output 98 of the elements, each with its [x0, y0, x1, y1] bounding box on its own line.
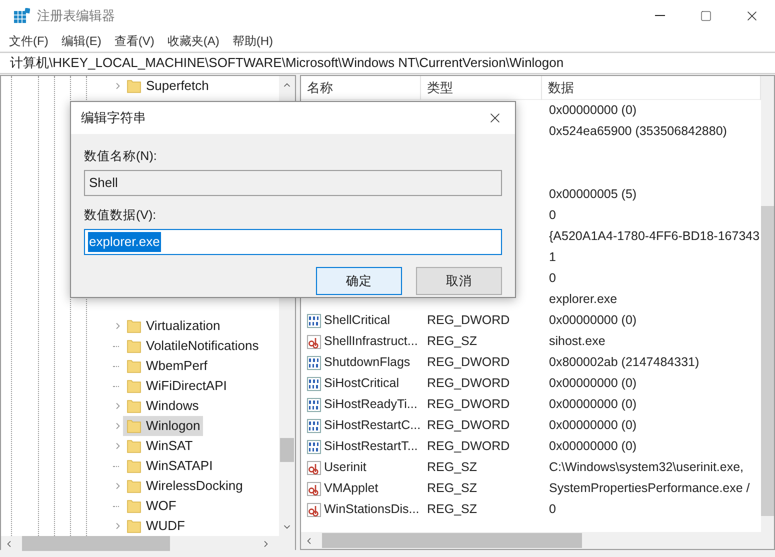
scrollbar-thumb[interactable]: [22, 536, 170, 551]
horizontal-scrollbar[interactable]: [1, 536, 295, 551]
dialog-title: 编辑字符串: [81, 109, 146, 128]
value-name[interactable]: SiHostCritical: [324, 374, 400, 393]
folder-icon: [127, 419, 141, 433]
value-data: 0: [549, 502, 556, 516]
tree-item[interactable]: Virtualization: [123, 316, 224, 336]
folder-icon: [127, 459, 141, 473]
value-data: 0x524ea65900 (353506842880): [549, 124, 727, 138]
minimize-icon: [655, 15, 665, 16]
horizontal-scrollbar[interactable]: [301, 532, 774, 549]
binary-value-icon: [307, 440, 321, 454]
menu-item[interactable]: 帮助(H): [232, 32, 273, 50]
value-type: REG_DWORD: [427, 439, 510, 454]
binary-value-icon: [307, 376, 321, 390]
tree-item[interactable]: WirelessDocking: [123, 476, 246, 496]
folder-icon: [127, 79, 141, 93]
address-bar[interactable]: 计算机\HKEY_LOCAL_MACHINE\SOFTWARE\Microsoft\Windows NT\CurrentVersion\Winlogon: [0, 52, 775, 74]
tree-item[interactable]: WUDF: [123, 516, 188, 536]
value-type: REG_DWORD: [427, 418, 510, 432]
value-name[interactable]: ShellCritical: [324, 311, 390, 330]
value-data: sihost.exe: [549, 334, 606, 348]
string-value-icon: [307, 502, 321, 516]
tree-item[interactable]: WinSATAPI: [123, 456, 216, 476]
value-data: 0x00000000 (0): [549, 418, 637, 432]
dialog-button[interactable]: 确定: [316, 267, 402, 295]
folder-icon: [127, 399, 141, 413]
value-data: C:\Windows\system32\userinit.exe,: [549, 460, 744, 474]
value-data: 0: [549, 271, 556, 286]
scrollbar-thumb[interactable]: [322, 533, 582, 548]
field-label: 数值数据(V):: [84, 207, 158, 224]
value-data-field[interactable]: explorer.exe: [84, 229, 502, 255]
binary-value-icon: [307, 418, 321, 432]
string-value-icon: [307, 334, 321, 348]
column-header[interactable]: 名称: [301, 76, 421, 100]
tree-item[interactable]: WbemPerf: [123, 356, 210, 376]
menu-item[interactable]: 查看(V): [114, 32, 154, 50]
value-name-field[interactable]: Shell: [84, 170, 502, 196]
value-data: 0x00000000 (0): [549, 103, 637, 118]
value-data: 0: [549, 208, 556, 222]
scrollbar-thumb[interactable]: [280, 438, 294, 462]
value-name[interactable]: ShellInfrastruct...: [324, 332, 418, 351]
value-name[interactable]: Userinit: [324, 458, 366, 477]
value-type: REG_SZ: [427, 502, 478, 516]
value-data: 0x00000000 (0): [549, 313, 637, 328]
folder-icon: [127, 379, 141, 393]
value-type: REG_DWORD: [427, 355, 510, 370]
binary-value-icon: [307, 356, 321, 370]
binary-value-icon: [307, 398, 321, 412]
menu-item[interactable]: 文件(F): [9, 32, 48, 50]
value-type: REG_SZ: [427, 334, 478, 348]
menu-item[interactable]: 编辑(E): [61, 32, 102, 50]
value-name[interactable]: ShutdownFlags: [324, 353, 410, 372]
value-data: {A520A1A4-1780-4FF6-BD18-167343: [549, 229, 760, 244]
folder-icon: [127, 359, 141, 373]
value-data: 0x00000000 (0): [549, 376, 637, 390]
dialog-button[interactable]: 取消: [416, 267, 502, 295]
binary-value-icon: [307, 314, 321, 328]
maximize-icon: [700, 10, 712, 22]
value-name[interactable]: SiHostReadyTi...: [324, 395, 418, 414]
value-data: 1: [549, 250, 556, 264]
folder-icon: [127, 519, 141, 533]
value-name[interactable]: SiHostRestartC...: [324, 416, 421, 435]
scrollbar-thumb[interactable]: [761, 206, 774, 516]
column-header[interactable]: 类型: [421, 76, 542, 100]
value-type: REG_DWORD: [427, 313, 510, 328]
folder-icon: [127, 439, 141, 453]
string-value-icon: [307, 460, 321, 474]
vertical-scrollbar[interactable]: [761, 76, 774, 532]
tree-item[interactable]: WinSAT: [123, 436, 196, 456]
tree-item[interactable]: Superfetch: [123, 76, 212, 96]
tree-item[interactable]: Windows: [123, 396, 202, 416]
value-type: REG_DWORD: [427, 397, 510, 412]
value-name[interactable]: SiHostRestartT...: [324, 437, 418, 456]
value-data: 0x00000000 (0): [549, 397, 637, 412]
tree-item[interactable]: WOF: [123, 496, 180, 516]
value-type: REG_SZ: [427, 481, 478, 496]
value-name[interactable]: WinStationsDis...: [324, 500, 420, 519]
folder-icon: [127, 499, 141, 513]
folder-icon: [127, 339, 141, 353]
value-data: 0x00000000 (0): [549, 439, 637, 454]
tree-item[interactable]: VolatileNotifications: [123, 336, 262, 356]
value-data: 0x00000005 (5): [549, 187, 637, 202]
value-type: REG_DWORD: [427, 376, 510, 390]
value-type: REG_SZ: [427, 460, 478, 474]
value-name[interactable]: VMApplet: [324, 479, 378, 498]
app-icon: [14, 8, 30, 24]
value-data: explorer.exe: [549, 292, 618, 306]
folder-icon: [127, 319, 141, 333]
value-data: 0x800002ab (2147484331): [549, 355, 700, 370]
tree-item[interactable]: Winlogon: [123, 416, 204, 436]
folder-icon: [127, 479, 141, 493]
string-value-icon: [307, 482, 321, 496]
window-title: 注册表编辑器: [37, 6, 115, 25]
tree-item[interactable]: WiFiDirectAPI: [123, 376, 230, 396]
menu-item[interactable]: 收藏夹(A): [167, 32, 220, 50]
value-data: SystemPropertiesPerformance.exe /: [549, 481, 750, 496]
field-label: 数值名称(N):: [84, 148, 158, 165]
